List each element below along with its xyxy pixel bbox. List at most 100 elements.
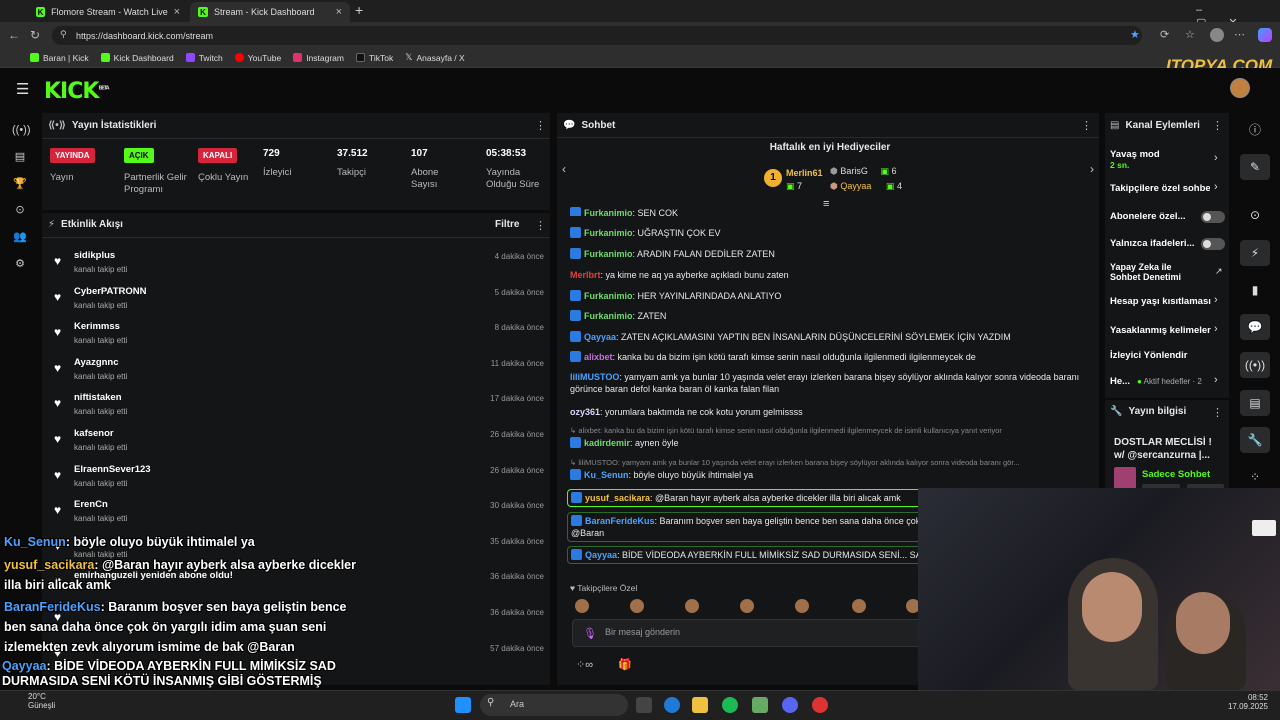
trophy-nav-icon[interactable]: 🏆	[12, 176, 28, 192]
activity-event[interactable]: ♥ ElraennSever123 kanalı takip etti 26 daki…	[52, 462, 546, 494]
emote-icon[interactable]	[575, 599, 589, 613]
browser-tab-dashboard[interactable]: K Stream - Kick Dashboard ×	[190, 2, 350, 22]
emote-icon[interactable]	[795, 599, 809, 613]
chat-message[interactable]: liliMUSTOO: yamyam amk ya bunlar 10 yaşı…	[570, 371, 1090, 395]
collections-icon[interactable]: ☆	[1185, 28, 1195, 41]
stream-nav-icon[interactable]: ((•))	[12, 122, 31, 138]
bookmark-baran-kick[interactable]: Baran | Kick	[30, 53, 89, 63]
stream-info-menu-icon[interactable]: ⋮	[1212, 406, 1223, 419]
community-nav-icon[interactable]: 👥	[12, 229, 28, 245]
mic-icon[interactable]: 🎙	[583, 627, 597, 640]
hamburger-menu-icon[interactable]: ☰	[16, 80, 29, 98]
settings-nav-icon[interactable]: ⚙	[12, 256, 28, 272]
activity-event[interactable]: ♥ niftistaken kanalı takip etti 17 dakika ö…	[52, 390, 546, 422]
emote-icon[interactable]	[685, 599, 699, 613]
tools-icon[interactable]: 🔧	[1240, 427, 1270, 453]
obs-icon[interactable]	[812, 697, 828, 713]
favorite-star-icon[interactable]: ★	[1130, 28, 1140, 41]
edit-icon[interactable]: ✎	[1240, 154, 1270, 180]
user-avatar[interactable]	[1230, 78, 1250, 98]
chat-menu-icon[interactable]: ⋮	[1081, 119, 1092, 132]
goals-action[interactable]: He...	[1110, 376, 1130, 387]
chat-message[interactable]: Furkanimio: HER YAYINLARINDADA ANLATIYO	[570, 290, 1090, 302]
activity-menu-icon[interactable]: ⋮	[535, 219, 546, 232]
task-view-icon[interactable]	[636, 697, 652, 713]
slow-mode-action[interactable]: Yavaş mod 2 sn.	[1110, 149, 1160, 170]
discord-icon[interactable]	[782, 697, 798, 713]
chat-username[interactable]: alixbet	[584, 352, 613, 362]
ai-moderation-action[interactable]: Yapay Zeka ile Sohbet Denetimi	[1110, 262, 1198, 282]
moderation-nav-icon[interactable]: ⊙	[12, 202, 28, 218]
windows-start-icon[interactable]	[455, 697, 471, 713]
chat-username[interactable]: Ku_Senun	[584, 470, 629, 480]
chat-username[interactable]: yusuf_sacikara	[585, 493, 650, 503]
chat-message[interactable]: Ku_Senun: böyle oluyo büyük ihtimalel ya	[570, 469, 1090, 481]
chat-username[interactable]: Furkanimio	[584, 228, 633, 238]
prev-arrow-icon[interactable]: ‹	[562, 162, 566, 176]
emote-picker-icon[interactable]: ⁘∞	[576, 658, 593, 671]
moderation-icon[interactable]: ⊙	[1240, 202, 1270, 228]
menu-dots-icon[interactable]: ⋯	[1234, 28, 1245, 41]
chat-username[interactable]: ozy361	[570, 407, 600, 417]
gift-shop-icon[interactable]: 🎁	[618, 658, 632, 671]
url-field[interactable]: https://dashboard.kick.com/stream	[52, 26, 1142, 45]
next-arrow-icon[interactable]: ›	[1090, 162, 1094, 176]
stats-menu-icon[interactable]: ⋮	[535, 119, 546, 132]
chat-username[interactable]: Furkanimio	[584, 208, 633, 216]
info-icon[interactable]: ⓘ	[1240, 117, 1270, 143]
chat-username[interactable]: BaranFerideKus	[585, 516, 655, 526]
bookmark-instagram[interactable]: Instagram	[293, 53, 344, 63]
quick-actions-icon[interactable]: ⚡	[1240, 240, 1270, 266]
close-tab-icon[interactable]: ×	[336, 6, 342, 18]
chat-username[interactable]: kadirdemir	[584, 438, 630, 448]
chat-message[interactable]: Qayyaa: ZATEN AÇIKLAMASINI YAPTIN BEN İN…	[570, 331, 1090, 343]
raid-action[interactable]: İzleyici Yönlendir	[1110, 350, 1187, 361]
activity-event[interactable]: ♥ Ayazgnnc kanalı takip etti 11 dakika önce	[52, 355, 546, 387]
copilot-icon[interactable]	[1258, 28, 1272, 42]
subscriber-only-toggle[interactable]	[1201, 211, 1225, 223]
category-name[interactable]: Sadece Sohbet	[1142, 469, 1210, 480]
refresh-icon[interactable]: ↻	[30, 28, 40, 42]
account-age-action[interactable]: Hesap yaşı kısıtlaması	[1110, 296, 1211, 307]
kick-logo[interactable]: KICKBETA	[44, 79, 110, 104]
chat-message[interactable]: ozy361: yorumlara baktımda ne cok kotu y…	[570, 406, 1090, 418]
bookmark-twitch[interactable]: Twitch	[185, 53, 223, 63]
extensions-icon[interactable]: ⟳	[1160, 28, 1169, 41]
bookmark-x[interactable]: 𝕏 Anasayfa / X	[405, 52, 464, 63]
chat-username[interactable]: liliMUSTOO	[570, 372, 619, 382]
app-icon[interactable]	[752, 697, 768, 713]
follower-only-action[interactable]: Takipçilere özel sohbe	[1110, 183, 1210, 194]
activity-event[interactable]: ♥ sidikplus kanalı takip etti 4 dakika önce	[52, 248, 546, 280]
taskbar-search[interactable]: Ara	[480, 694, 628, 716]
banned-words-action[interactable]: Yasaklanmış kelimeler	[1110, 325, 1211, 336]
edge-icon[interactable]	[664, 697, 680, 713]
weather-widget[interactable]: 20°C Güneşli	[28, 692, 55, 710]
chat-message[interactable]: Furkanimio: UĞRAŞTIN ÇOK EV	[570, 227, 1090, 239]
chat-message[interactable]: Merlbrt: ya kime ne aq ya ayberke açıkla…	[570, 269, 1090, 281]
chat-username[interactable]: Qayyaa	[585, 550, 617, 560]
emote-icon[interactable]	[852, 599, 866, 613]
broadcast-icon[interactable]: ((•))	[1240, 352, 1270, 378]
filter-button[interactable]: Filtre	[495, 219, 519, 230]
emote-icon[interactable]	[740, 599, 754, 613]
emote-icon[interactable]	[630, 599, 644, 613]
back-icon[interactable]: ←	[8, 28, 20, 42]
activity-event[interactable]: ♥ ErenCn kanalı takip etti 30 dakika önce	[52, 497, 546, 529]
chat-message[interactable]: Furkanimio: ZATEN	[570, 310, 1090, 322]
chat-username[interactable]: Qayyaa	[584, 332, 616, 342]
new-tab-button[interactable]: +	[355, 2, 363, 18]
activity-event[interactable]: ♥ kafsenor kanalı takip etti 26 dakika önce	[52, 426, 546, 458]
bookmark-youtube[interactable]: YouTube	[234, 53, 281, 63]
bookmark-kick-dashboard[interactable]: Kick Dashboard	[100, 53, 174, 63]
chat-username[interactable]: Merlbrt	[570, 270, 601, 280]
chat-message[interactable]: Furkanimio: ARADIN FALAN DEDİLER ZATEN	[570, 248, 1090, 260]
chat-message[interactable]: Furkanimio: SEN ÇOK	[570, 207, 1090, 216]
extensions-icon[interactable]: ⁘	[1240, 464, 1270, 490]
chat-username[interactable]: Furkanimio	[584, 249, 633, 259]
bookmark-tiktok[interactable]: TikTok	[355, 53, 393, 63]
layout-icon[interactable]: ▤	[1240, 390, 1270, 416]
chat-username[interactable]: Furkanimio	[584, 311, 633, 321]
channel-actions-menu-icon[interactable]: ⋮	[1212, 119, 1223, 132]
activity-event[interactable]: ♥ Kerimmss kanalı takip etti 8 dakika önce	[52, 319, 546, 351]
spotify-icon[interactable]	[722, 697, 738, 713]
